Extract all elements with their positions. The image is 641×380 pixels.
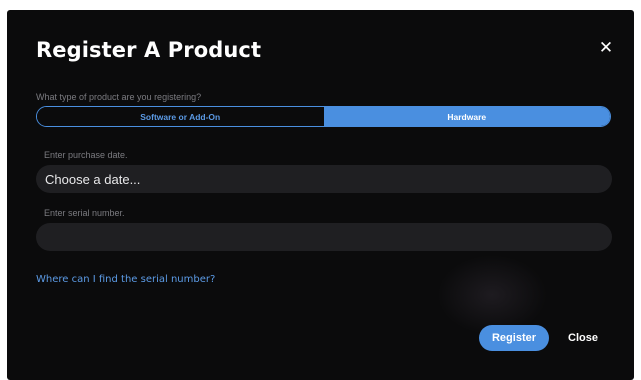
serial-number-help-link[interactable]: Where can I find the serial number? (36, 274, 215, 285)
serial-number-input[interactable] (45, 229, 612, 245)
purchase-date-label: Enter purchase date. (44, 150, 128, 160)
option-software-addon[interactable]: Software or Add-On (37, 107, 324, 126)
product-type-question: What type of product are you registering… (36, 92, 202, 102)
serial-number-label: Enter serial number. (44, 208, 125, 218)
product-type-toggle: Software or Add-On Hardware (36, 106, 611, 127)
close-button[interactable]: Close (563, 325, 603, 351)
option-hardware[interactable]: Hardware (323, 107, 610, 126)
register-product-dialog: Register A Product ✕ What type of produc… (7, 10, 634, 380)
register-button[interactable]: Register (479, 325, 549, 351)
background-glow (437, 255, 547, 335)
purchase-date-input[interactable] (45, 171, 612, 187)
purchase-date-field[interactable] (36, 165, 612, 193)
serial-number-field[interactable] (36, 223, 612, 251)
close-icon[interactable]: ✕ (597, 39, 615, 57)
dialog-title: Register A Product (36, 38, 262, 62)
